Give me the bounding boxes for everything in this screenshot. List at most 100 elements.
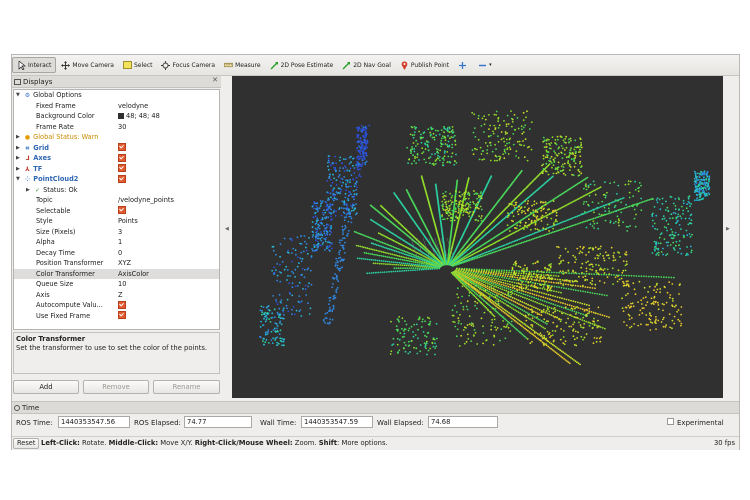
tree-row-label: Global Options	[33, 91, 82, 99]
property-label: Size (Pixels)	[36, 227, 76, 236]
tree-row-grid[interactable]: ▶ ⌗ Grid	[14, 143, 219, 154]
tree-row-label: Global Status: Warn	[33, 133, 99, 141]
property-label: Decay Time	[36, 248, 75, 257]
experimental-checkbox[interactable]	[667, 418, 674, 425]
rename-display-button[interactable]: Rename	[153, 380, 220, 394]
collapse-right-arrow-icon[interactable]: ▶	[726, 226, 730, 232]
tree-row-use-fixed-frame[interactable]: Use Fixed Frame	[14, 311, 219, 322]
enable-checkbox[interactable]	[118, 164, 126, 172]
tree-row-autocompute[interactable]: Autocompute Valu...	[14, 300, 219, 311]
enable-checkbox[interactable]	[118, 153, 126, 162]
pose-arrow-icon	[270, 61, 279, 70]
chevron-down-icon: ▾	[489, 62, 492, 68]
property-value[interactable]: 30	[118, 122, 126, 133]
property-value[interactable]: 3	[118, 227, 122, 238]
add-tool-button[interactable]	[454, 57, 473, 73]
ros-elapsed-field[interactable]: 74.77	[184, 416, 252, 428]
hint-key: Middle-Click:	[108, 439, 159, 447]
nav-goal-tool-button[interactable]: 2D Nav Goal	[338, 57, 395, 73]
tree-row-frame-rate[interactable]: Frame Rate 30	[14, 122, 219, 133]
property-value[interactable]: Points	[118, 216, 138, 227]
autocompute-checkbox[interactable]	[118, 300, 126, 309]
enable-checkbox[interactable]	[118, 174, 126, 183]
description-title: Color Transformer	[16, 335, 86, 343]
property-value[interactable]: Z	[118, 290, 123, 301]
expand-arrow-icon[interactable]: ▶	[16, 153, 20, 164]
tree-row-axis[interactable]: Axis Z	[14, 290, 219, 301]
add-display-button[interactable]: Add	[13, 380, 79, 394]
property-label: Color Transformer	[36, 269, 95, 278]
expand-arrow-icon[interactable]: ▼	[16, 90, 20, 101]
hint-text: Zoom.	[292, 439, 319, 447]
collapse-left-arrow-icon[interactable]: ◀	[225, 226, 229, 232]
property-label: Autocompute Valu...	[36, 301, 103, 309]
tree-row-alpha[interactable]: Alpha 1	[14, 237, 219, 248]
property-value[interactable]: 10	[118, 279, 126, 290]
property-value[interactable]: XYZ	[118, 258, 131, 269]
tree-row-pointcloud2[interactable]: ▼ ⁘ PointCloud2	[14, 174, 219, 185]
property-label: Axis	[36, 290, 50, 299]
measure-tool-label: Measure	[235, 61, 261, 69]
displays-panel-header: Displays ✕	[12, 76, 221, 88]
focus-camera-tool-label: Focus Camera	[172, 61, 216, 69]
tree-row-axes[interactable]: ▶ ⅃ Axes	[14, 153, 219, 164]
property-value[interactable]: 48; 48; 48	[118, 111, 160, 122]
nav-arrow-icon	[342, 61, 351, 70]
measure-tool-button[interactable]: Measure	[220, 57, 265, 73]
selectable-checkbox[interactable]	[118, 206, 126, 214]
publish-point-tool-label: Publish Point	[410, 61, 450, 69]
property-label: Queue Size	[36, 280, 74, 288]
tree-row-global-status[interactable]: ▶ ● Global Status: Warn	[14, 132, 219, 143]
hint-key: Shift	[318, 439, 337, 447]
expand-arrow-icon[interactable]: ▼	[16, 174, 20, 185]
focus-camera-tool-button[interactable]: Focus Camera	[157, 57, 219, 73]
pose-estimate-tool-button[interactable]: 2D Pose Estimate	[266, 57, 338, 73]
enable-checkbox[interactable]	[118, 143, 126, 151]
tree-row-style[interactable]: Style Points	[14, 216, 219, 227]
tree-row-label: Grid	[33, 143, 49, 152]
tree-row-selectable[interactable]: Selectable	[14, 206, 219, 217]
move-camera-tool-button[interactable]: Move Camera	[57, 57, 118, 73]
property-value[interactable]: /velodyne_points	[118, 195, 174, 206]
ros-time-field[interactable]: 1440353547.56	[58, 416, 130, 428]
lidar-point-cloud	[259, 110, 711, 366]
wall-time-label: Wall Time:	[260, 419, 297, 427]
tool-options-dropdown[interactable]: ▾	[474, 57, 496, 73]
expand-arrow-icon[interactable]: ▶	[16, 164, 20, 175]
tree-row-background-color[interactable]: Background Color 48; 48; 48	[14, 111, 219, 122]
interact-tool-button[interactable]: Interact	[12, 57, 57, 73]
remove-display-button[interactable]: Remove	[83, 380, 149, 394]
expand-arrow-icon[interactable]: ▶	[16, 132, 20, 143]
tree-row-decay-time[interactable]: Decay Time 0	[14, 248, 219, 259]
property-value[interactable]: 0	[118, 248, 122, 259]
3d-viewport[interactable]	[232, 76, 723, 398]
tree-row-queue-size[interactable]: Queue Size 10	[14, 279, 219, 290]
time-panel-header: Time	[12, 401, 739, 414]
wall-time-field[interactable]: 1440353547.59	[301, 416, 373, 428]
interact-tool-label: Interact	[28, 61, 52, 69]
expand-arrow-icon[interactable]: ▶	[16, 143, 20, 154]
tree-row-global-options[interactable]: ▼ ⚙ Global Options	[14, 90, 219, 101]
tree-row-tf[interactable]: ▶ ⅄ TF	[14, 164, 219, 175]
tree-row-fixed-frame[interactable]: Fixed Frame velodyne	[14, 101, 219, 112]
property-value[interactable]: AxisColor	[118, 269, 149, 280]
property-label: Style	[36, 217, 53, 225]
select-tool-label: Select	[133, 61, 153, 69]
use-fixed-frame-checkbox[interactable]	[118, 311, 126, 319]
reset-button[interactable]: Reset	[13, 438, 40, 449]
expand-arrow-icon[interactable]: ▶	[26, 185, 30, 196]
property-value[interactable]: velodyne	[118, 101, 148, 112]
publish-point-tool-button[interactable]: Publish Point	[396, 57, 453, 73]
clock-icon	[14, 404, 20, 411]
tree-row-topic[interactable]: Topic /velodyne_points	[14, 195, 219, 206]
property-value[interactable]: 1	[118, 237, 122, 248]
nav-goal-tool-label: 2D Nav Goal	[353, 61, 391, 69]
wall-elapsed-field[interactable]: 74.68	[428, 416, 498, 428]
tree-row-color-transformer[interactable]: Color Transformer AxisColor	[14, 268, 219, 280]
tree-row-size[interactable]: Size (Pixels) 3	[14, 227, 219, 238]
displays-icon	[14, 78, 21, 85]
tree-row-position-transformer[interactable]: Position Transformer XYZ	[14, 258, 219, 269]
close-icon[interactable]: ✕	[212, 76, 218, 84]
tree-row-status-ok[interactable]: ▶ ✓ Status: Ok	[14, 185, 219, 196]
select-tool-button[interactable]: Select	[119, 57, 157, 73]
